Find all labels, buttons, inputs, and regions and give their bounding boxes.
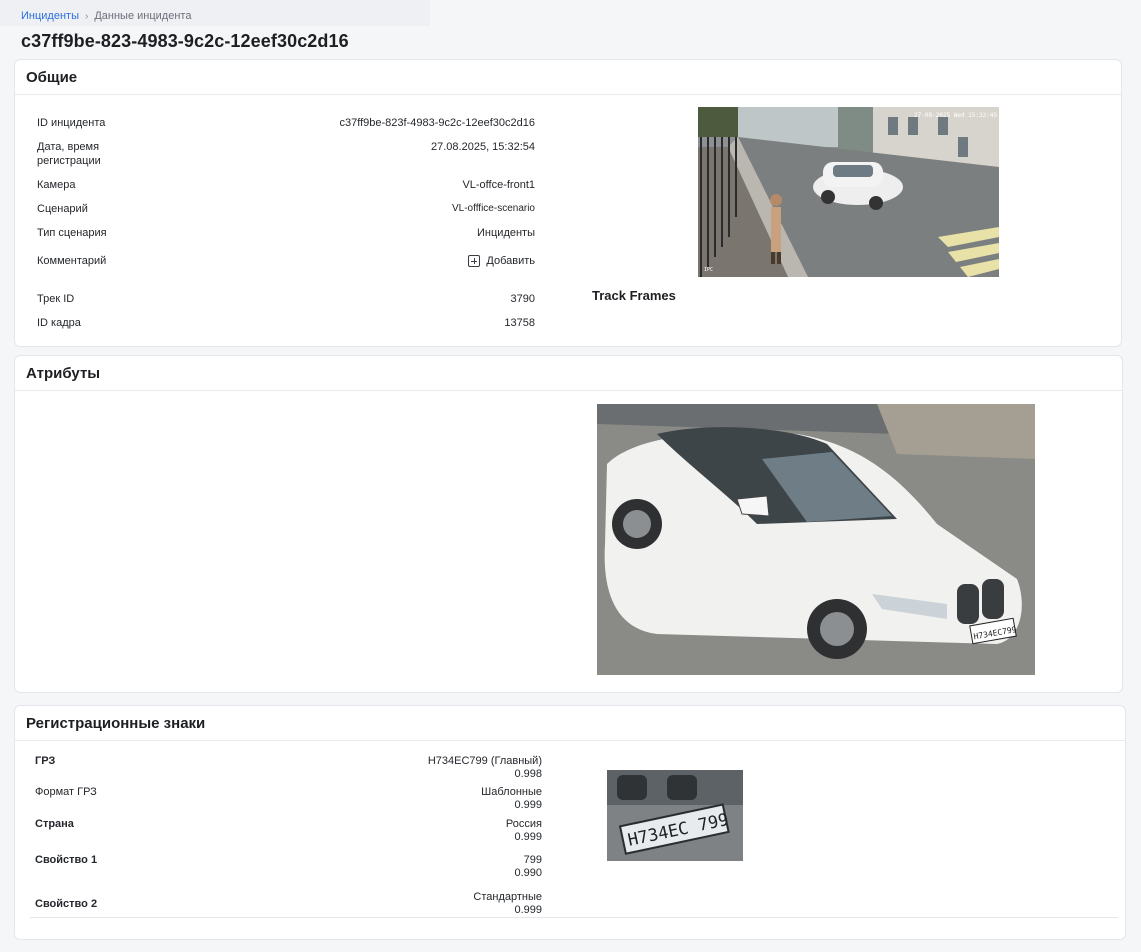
info-label: Трек ID [37, 293, 75, 305]
camera-frame-illustration: 27-08-2025 Wed 15:32:45 IPC [698, 107, 999, 277]
plate-value-group: Россия 0.999 [506, 818, 542, 844]
plate-value: 799 [523, 854, 542, 866]
plate-score: 0.998 [514, 768, 542, 780]
general-card: Общие ID инцидента c37ff9be-823f-4983-9c… [14, 59, 1122, 347]
plates-card: Регистрационные знаки ГРЗ Н734ЕС799 (Гла… [14, 705, 1126, 940]
info-value: 27.08.2025, 15:32:54 [431, 141, 535, 153]
attributes-card-header: Атрибуты [15, 356, 1122, 391]
vehicle-illustration: Н734ЕС799 [597, 404, 1035, 675]
plus-square-icon [468, 255, 481, 267]
plate-row-property-1: Свойство 1 799 0.990 [35, 854, 542, 882]
camera-brand: IPC [704, 267, 713, 273]
plate-label: Формат ГРЗ [35, 786, 97, 798]
plates-card-header: Регистрационные знаки [15, 706, 1125, 741]
info-row-datetime: Дата, время регистрации 27.08.2025, 15:3… [37, 140, 535, 168]
info-value: c37ff9be-823f-4983-9c2c-12eef30c2d16 [339, 117, 535, 129]
info-row-track-id: Трек ID 3790 [37, 292, 535, 306]
plate-label: Свойство 1 [35, 854, 98, 866]
info-label: ID кадра [37, 317, 81, 329]
info-label: Дата, время регистрации [37, 141, 101, 167]
info-row-camera: Камера VL-offce-front1 [37, 178, 535, 192]
plates-divider [30, 917, 1118, 918]
plate-row-property-2: Свойство 2 Стандартные 0.999 [35, 891, 542, 919]
plate-value: Шаблонные [481, 786, 542, 798]
plate-value: Россия [505, 818, 542, 830]
plate-label: Страна [35, 818, 74, 830]
plate-crop-image[interactable]: Н734ЕС 799 [607, 770, 743, 861]
plate-score: 0.999 [514, 831, 542, 843]
plate-row-country: Страна Россия 0.999 [35, 818, 542, 846]
info-row-scenario-type: Тип сценария Инциденты [37, 226, 535, 240]
camera-frame-image[interactable]: 27-08-2025 Wed 15:32:45 IPC [698, 107, 999, 277]
info-row-incident-id: ID инцидента c37ff9be-823f-4983-9c2c-12e… [37, 116, 535, 130]
add-comment-button[interactable]: Добавить [468, 254, 535, 268]
plate-label: Свойство 2 [35, 898, 98, 910]
plate-label: ГРЗ [35, 755, 56, 767]
plate-row-number: ГРЗ Н734ЕС799 (Главный) 0.998 [35, 755, 542, 783]
breadcrumb-current: Данные инцидента [94, 10, 192, 22]
plate-value-group: Шаблонные 0.999 [481, 786, 542, 812]
vehicle-image[interactable]: Н734ЕС799 [597, 404, 1035, 675]
info-row-comment: Комментарий Добавить [37, 254, 535, 268]
info-value: Инциденты [477, 227, 535, 239]
attributes-card-title: Атрибуты [26, 364, 101, 382]
info-label: Тип сценария [37, 227, 107, 239]
plates-card-title: Регистрационные знаки [26, 714, 206, 732]
plate-value-group: Н734ЕС799 (Главный) 0.998 [428, 755, 542, 781]
plate-score: 0.999 [514, 799, 542, 811]
plate-value: Н734ЕС799 (Главный) [427, 755, 542, 767]
scenario-link[interactable]: VL-offfice-scenario [452, 202, 535, 216]
track-frames-label: Track Frames [592, 288, 676, 303]
info-value: 3790 [510, 293, 535, 305]
general-card-header: Общие [15, 60, 1121, 95]
info-row-scenario: Сценарий VL-offfice-scenario [37, 202, 535, 216]
attributes-card: Атрибуты Н734ЕС799 [14, 355, 1123, 693]
plate-row-format: Формат ГРЗ Шаблонные 0.999 [35, 786, 542, 814]
info-row-frame-id: ID кадра 13758 [37, 316, 535, 330]
plate-value: Стандартные [473, 891, 542, 903]
info-value: VL-offce-front1 [462, 179, 535, 191]
add-comment-label: Добавить [486, 255, 535, 267]
breadcrumb-separator-icon: › [84, 10, 89, 22]
plate-score: 0.990 [514, 867, 542, 879]
info-label: Сценарий [37, 203, 88, 215]
info-value: 13758 [504, 317, 535, 329]
plate-value-group: Стандартные 0.999 [473, 891, 542, 917]
page-title: c37ff9be-823-4983-9c2c-12eef30c2d16 [21, 31, 349, 51]
info-label: Комментарий [37, 255, 107, 267]
breadcrumb: Инциденты › Данные инцидента [21, 10, 191, 22]
info-label: ID инцидента [37, 117, 106, 129]
general-card-title: Общие [26, 68, 78, 86]
plate-score: 0.999 [514, 904, 542, 916]
plate-crop-illustration: Н734ЕС 799 [607, 770, 743, 861]
info-label: Камера [37, 179, 76, 191]
breadcrumb-link-incidents[interactable]: Инциденты [21, 10, 79, 22]
camera-timestamp: 27-08-2025 Wed 15:32:45 [914, 112, 997, 119]
plate-value-group: 799 0.990 [514, 854, 542, 880]
